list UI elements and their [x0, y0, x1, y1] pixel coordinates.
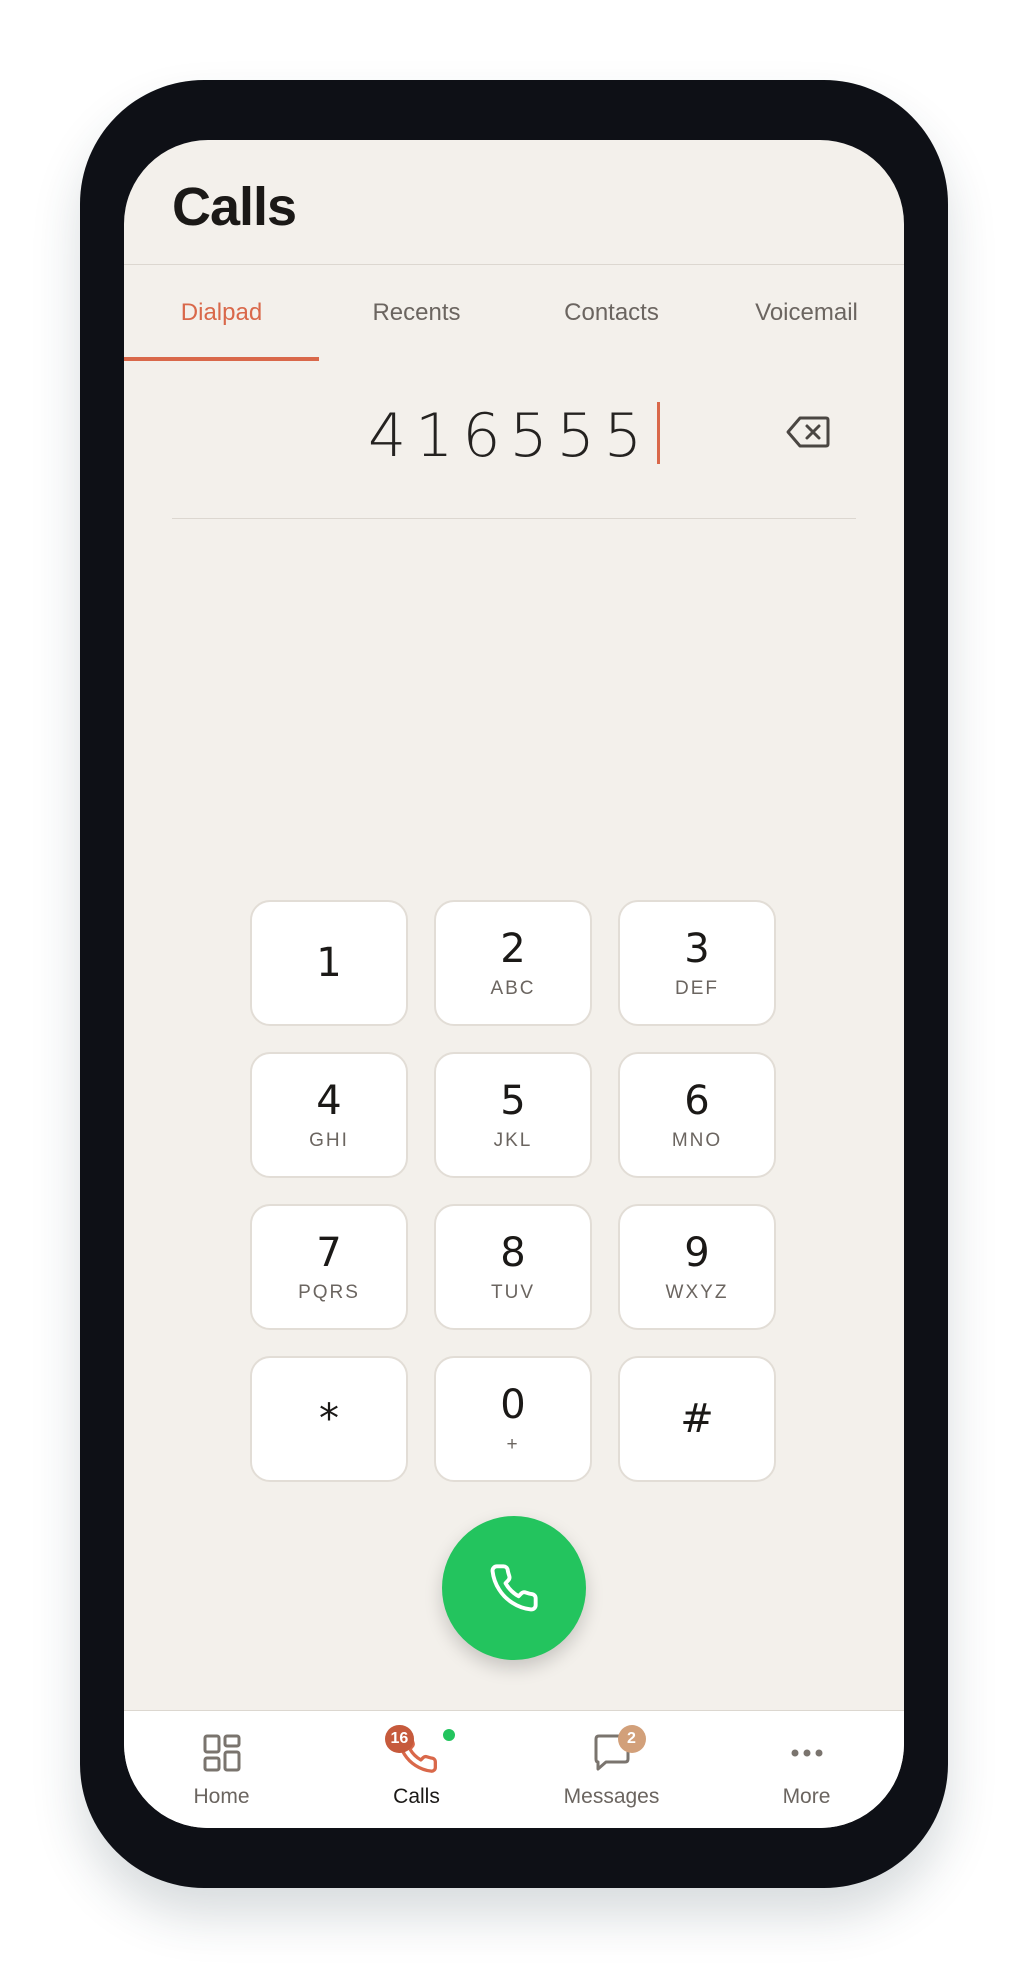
key-3[interactable]: 3 DEF — [618, 900, 776, 1026]
key-digit: 9 — [684, 1230, 710, 1276]
key-letters: MNO — [671, 1130, 723, 1151]
nav-home[interactable]: Home — [124, 1711, 319, 1828]
app-screen: Calls Dialpad Recents Contacts Voicemail… — [124, 140, 904, 1828]
number-display: 416555 — [172, 361, 856, 519]
app-header: Calls — [124, 140, 904, 265]
nav-label-more: More — [782, 1785, 831, 1808]
nav-label-calls: Calls — [393, 1785, 440, 1808]
tab-recents[interactable]: Recents — [319, 265, 514, 361]
key-letters: PQRS — [298, 1282, 360, 1303]
key-digit: # — [680, 1396, 714, 1442]
key-digit: 5 — [500, 1078, 526, 1124]
key-digit: 7 — [316, 1230, 342, 1276]
backspace-button[interactable] — [786, 415, 830, 449]
backspace-icon — [786, 416, 830, 448]
key-letters: JKL — [493, 1130, 533, 1151]
dialpad-keypad: 1 2 ABC 3 DEF 4 GHI 5 JKL 6 MNO 7 PQRS 8… — [250, 900, 778, 1482]
messages-badge: 2 — [617, 1725, 646, 1753]
key-digit: 4 — [316, 1078, 342, 1124]
key-9[interactable]: 9 WXYZ — [618, 1204, 776, 1330]
phone-icon — [490, 1564, 538, 1612]
tab-dialpad[interactable]: Dialpad — [124, 265, 319, 361]
text-caret — [657, 402, 661, 464]
tab-bar: Dialpad Recents Contacts Voicemail — [124, 265, 904, 361]
nav-icon-wrap: 2 — [590, 1725, 646, 1775]
tab-contacts[interactable]: Contacts — [514, 265, 709, 361]
key-digit: * — [319, 1396, 339, 1442]
key-letters: TUV — [491, 1282, 535, 1303]
calls-badge: 16 — [384, 1725, 415, 1753]
nav-icon-wrap — [200, 1731, 244, 1775]
nav-icon-wrap — [785, 1731, 829, 1775]
dialed-number-field[interactable]: 416555 — [172, 401, 856, 471]
key-8[interactable]: 8 TUV — [434, 1204, 592, 1330]
key-digit: 6 — [684, 1078, 710, 1124]
tab-voicemail[interactable]: Voicemail — [709, 265, 904, 361]
nav-messages[interactable]: 2 Messages — [514, 1711, 709, 1828]
key-digit: 2 — [500, 926, 526, 972]
key-6[interactable]: 6 MNO — [618, 1052, 776, 1178]
key-letters: ABC — [490, 978, 536, 999]
nav-label-messages: Messages — [563, 1785, 660, 1808]
nav-calls[interactable]: 16 Calls — [319, 1711, 514, 1828]
key-digit: 1 — [316, 940, 342, 986]
bottom-nav: Home 16 Calls 2 Messages More — [124, 1710, 904, 1828]
call-button[interactable] — [442, 1516, 586, 1660]
key-digit: 8 — [500, 1230, 526, 1276]
more-dots-icon — [791, 1749, 822, 1757]
key-0[interactable]: 0 + — [434, 1356, 592, 1482]
key-7[interactable]: 7 PQRS — [250, 1204, 408, 1330]
key-4[interactable]: 4 GHI — [250, 1052, 408, 1178]
key-hash[interactable]: # — [618, 1356, 776, 1482]
dialed-number: 416555 — [367, 401, 652, 471]
key-digit: 3 — [684, 926, 710, 972]
key-letters: + — [506, 1434, 520, 1455]
nav-label-home: Home — [193, 1785, 250, 1808]
nav-icon-wrap: 16 — [384, 1725, 457, 1775]
key-letters: WXYZ — [665, 1282, 729, 1303]
key-star[interactable]: * — [250, 1356, 408, 1482]
nav-more[interactable]: More — [709, 1711, 904, 1828]
key-letters: GHI — [309, 1130, 349, 1151]
grid-icon — [203, 1734, 240, 1772]
key-digit: 0 — [500, 1382, 526, 1428]
key-5[interactable]: 5 JKL — [434, 1052, 592, 1178]
page-title: Calls — [172, 177, 297, 237]
online-status-dot — [440, 1727, 457, 1743]
key-1[interactable]: 1 — [250, 900, 408, 1026]
key-letters: DEF — [675, 978, 719, 999]
key-2[interactable]: 2 ABC — [434, 900, 592, 1026]
